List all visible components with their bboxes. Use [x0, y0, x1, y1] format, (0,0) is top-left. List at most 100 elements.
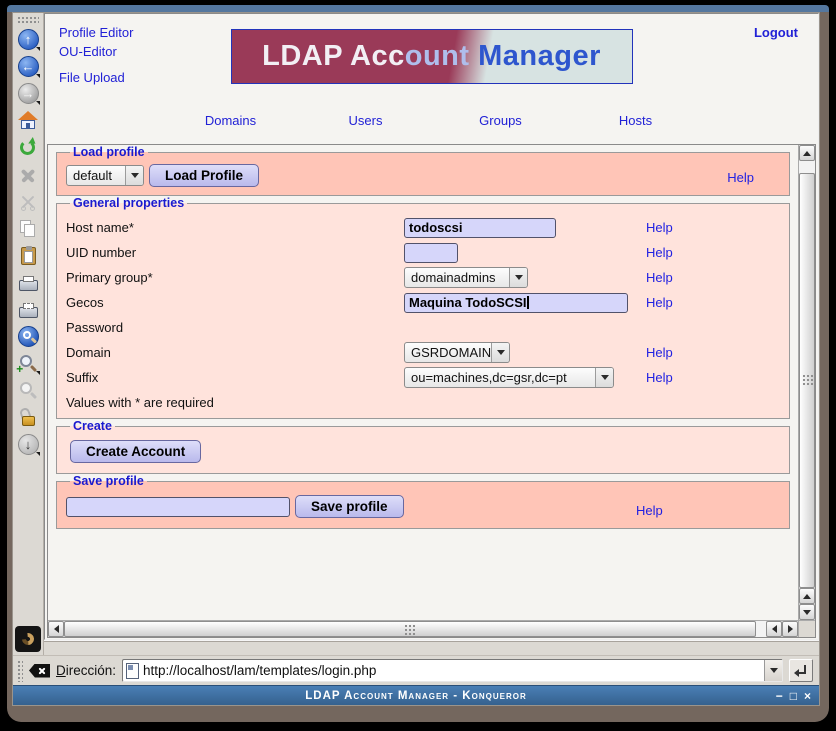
create-legend: Create — [70, 419, 115, 433]
find-button[interactable] — [15, 323, 42, 350]
chevron-down-icon — [36, 371, 40, 375]
konqueror-logo-icon — [15, 626, 41, 652]
load-profile-button[interactable]: Load Profile — [149, 164, 259, 187]
up-button[interactable]: ↑ — [15, 26, 42, 53]
nav-domains[interactable]: Domains — [163, 113, 298, 128]
host-name-value: todoscsi — [409, 220, 462, 235]
scroll-left-button-right[interactable] — [766, 621, 782, 637]
paste-icon — [21, 247, 36, 265]
vertical-scrollbar[interactable] — [798, 145, 815, 620]
gecos-help-link[interactable]: Help — [646, 295, 673, 310]
suffix-label: Suffix — [66, 370, 98, 385]
save-profile-input[interactable] — [66, 497, 290, 517]
thumb-grip — [404, 624, 417, 635]
scroll-left-button[interactable] — [48, 621, 64, 637]
password-label: Password — [66, 320, 123, 335]
copy-button[interactable] — [15, 215, 42, 242]
uid-number-input[interactable] — [404, 243, 458, 263]
chevron-down-icon — [36, 452, 40, 456]
stop-icon — [19, 166, 37, 184]
scroll-track[interactable] — [799, 161, 815, 173]
home-button[interactable] — [15, 107, 42, 134]
zoom-in-button[interactable]: + — [15, 350, 42, 377]
toolbar-drag-handle[interactable] — [17, 16, 39, 23]
suffix-value: ou=machines,dc=gsr,dc=pt — [405, 370, 595, 385]
zoom-out-button[interactable] — [15, 377, 42, 404]
minimize-button[interactable]: − — [776, 690, 783, 702]
host-name-help-link[interactable]: Help — [646, 220, 673, 235]
location-dropdown-button[interactable] — [764, 660, 782, 681]
security-button[interactable] — [15, 404, 42, 431]
host-name-input[interactable]: todoscsi — [404, 218, 556, 238]
vertical-scroll-thumb[interactable] — [799, 173, 815, 588]
reload-icon — [20, 140, 36, 156]
primary-group-help-link[interactable]: Help — [646, 270, 673, 285]
uid-number-help-link[interactable]: Help — [646, 245, 673, 260]
paste-button[interactable] — [15, 242, 42, 269]
toolbar-drag-handle[interactable] — [17, 660, 23, 682]
profile-editor-link[interactable]: Profile Editor — [59, 25, 133, 40]
arrow-left-icon — [772, 625, 777, 633]
load-profile-help-link[interactable]: Help — [727, 170, 754, 185]
scroll-right-button[interactable] — [782, 621, 798, 637]
back-button[interactable]: ← — [15, 53, 42, 80]
close-button[interactable]: × — [804, 690, 811, 702]
stop-button[interactable] — [15, 161, 42, 188]
nav-groups[interactable]: Groups — [433, 113, 568, 128]
location-label: Dirección: — [56, 663, 116, 678]
primary-group-select[interactable]: domainadmins — [404, 267, 528, 288]
konqueror-window: ↑ ← → — [7, 5, 829, 722]
cut-button[interactable] — [15, 188, 42, 215]
gecos-label: Gecos — [66, 295, 104, 310]
window-title: LDAP Account Manager - Konqueror — [13, 690, 819, 702]
domain-value: GSRDOMAIN — [405, 345, 491, 360]
scroll-track[interactable] — [756, 621, 766, 637]
load-profile-section: Load profile default Load Profile Help — [56, 145, 790, 196]
scroll-up-button[interactable] — [799, 145, 815, 161]
logo-text-left: LDAP Acc — [262, 40, 405, 73]
file-upload-link[interactable]: File Upload — [59, 70, 133, 85]
window-titlebar[interactable]: LDAP Account Manager - Konqueror − □ × — [13, 685, 819, 705]
print-frame-button[interactable] — [15, 296, 42, 323]
save-profile-legend: Save profile — [70, 474, 147, 488]
scroll-down-button[interactable]: ↓ — [15, 431, 42, 458]
forward-button[interactable]: → — [15, 80, 42, 107]
arrow-up-icon — [803, 594, 811, 599]
print-button[interactable] — [15, 269, 42, 296]
location-toolbar: Dirección: http://localhost/lam/template… — [13, 655, 819, 685]
horizontal-scrollbar[interactable] — [48, 620, 798, 637]
create-account-button[interactable]: Create Account — [70, 440, 201, 463]
thumb-grip — [802, 374, 813, 387]
home-icon — [17, 111, 39, 131]
ou-editor-link[interactable]: OU-Editor — [59, 44, 133, 59]
logout-link[interactable]: Logout — [754, 25, 798, 40]
domain-select[interactable]: GSRDOMAIN — [404, 342, 510, 363]
go-button[interactable] — [789, 659, 813, 682]
nav-users[interactable]: Users — [298, 113, 433, 128]
page-icon — [126, 663, 139, 679]
content-frame: Load profile default Load Profile Help G… — [47, 144, 816, 638]
maximize-button[interactable]: □ — [790, 690, 797, 702]
horizontal-scroll-thumb[interactable] — [64, 621, 756, 637]
arrow-left-icon — [54, 625, 59, 633]
location-input[interactable]: http://localhost/lam/templates/login.php — [122, 659, 783, 682]
domain-help-link[interactable]: Help — [646, 345, 673, 360]
suffix-select[interactable]: ou=machines,dc=gsr,dc=pt — [404, 367, 614, 388]
save-profile-help-link[interactable]: Help — [636, 503, 663, 518]
gecos-value: Maquina TodoSCSI — [409, 295, 526, 310]
reload-button[interactable] — [15, 134, 42, 161]
suffix-help-link[interactable]: Help — [646, 370, 673, 385]
scrollbar-corner — [798, 620, 815, 637]
page: Profile Editor OU-Editor File Upload LDA… — [44, 13, 819, 640]
arrow-up-icon — [803, 151, 811, 156]
clear-location-button[interactable] — [29, 664, 50, 678]
gecos-input[interactable]: Maquina TodoSCSI — [404, 293, 628, 313]
profile-select[interactable]: default — [66, 165, 144, 186]
nav-hosts[interactable]: Hosts — [568, 113, 703, 128]
scroll-down-button-bottom[interactable] — [799, 604, 815, 620]
chevron-down-icon — [125, 166, 143, 185]
header-links: Profile Editor OU-Editor File Upload — [59, 25, 133, 89]
save-profile-button[interactable]: Save profile — [295, 495, 404, 518]
load-profile-legend: Load profile — [70, 145, 148, 159]
scroll-up-button-bottom[interactable] — [799, 588, 815, 604]
